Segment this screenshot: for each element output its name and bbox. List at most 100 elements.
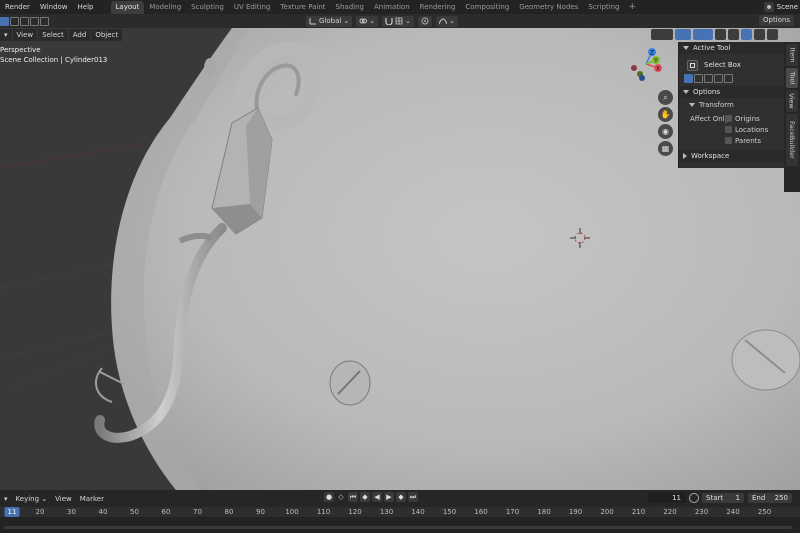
menu-add[interactable]: Add [68, 28, 91, 41]
checkbox[interactable] [725, 126, 732, 133]
menu-render[interactable]: Render [0, 0, 35, 14]
jump-end-icon[interactable]: ⏭ [408, 492, 418, 502]
active-tool-header[interactable]: Active Tool [679, 42, 784, 54]
snap-toggle[interactable]: ⌄ [382, 15, 414, 27]
transform-subheader[interactable]: Transform [679, 99, 784, 110]
timeline-scrollbar[interactable] [4, 526, 792, 529]
proportional-edit-toggle[interactable] [417, 15, 432, 27]
checkbox[interactable] [725, 115, 732, 122]
zoom-icon[interactable]: ⌕ [658, 90, 673, 105]
navigation-gizmo[interactable]: Z X Y [626, 44, 666, 84]
ruler-tick-label: 240 [726, 508, 740, 516]
menu-keying[interactable]: Keying ⌄ [12, 495, 52, 503]
tab-shading[interactable]: Shading [331, 1, 369, 14]
current-frame-marker[interactable]: 11 [4, 507, 20, 517]
visibility-dropdown[interactable] [651, 29, 673, 40]
chevron-down-icon: ⌄ [369, 17, 376, 25]
options-header[interactable]: Options [679, 86, 784, 98]
checkbox[interactable] [725, 137, 732, 144]
affect-origins-checkbox[interactable]: Origins [725, 113, 760, 124]
tab-sculpting[interactable]: Sculpting [186, 1, 229, 14]
jump-start-icon[interactable]: ⏮ [348, 492, 358, 502]
tab-layout[interactable]: Layout [110, 0, 145, 14]
start-frame-field[interactable]: Start 1 [702, 493, 744, 503]
ruler-tick-label: 90 [256, 508, 265, 516]
mode-intersect-icon[interactable] [724, 74, 733, 83]
mode-difference-icon[interactable] [714, 74, 723, 83]
tab-texture-paint[interactable]: Texture Paint [275, 1, 330, 14]
affect-locations-checkbox[interactable]: Locations [725, 124, 768, 135]
next-keyframe-icon[interactable]: ◆ [396, 492, 406, 502]
falloff-dropdown[interactable]: ⌄ [435, 15, 458, 27]
tab-geometry-nodes[interactable]: Geometry Nodes [514, 1, 583, 14]
timeline-body[interactable] [0, 517, 800, 533]
current-frame-field[interactable]: 11 [648, 493, 686, 503]
active-tool-name: Select Box [704, 61, 741, 69]
menu-view[interactable]: View [12, 28, 38, 41]
play-reverse-icon[interactable]: ◀ [372, 492, 382, 502]
collection-path: Scene Collection | Cylinder013 [0, 56, 108, 64]
y-axis-label: Y [653, 58, 658, 65]
neg-z-axis-handle[interactable] [639, 75, 645, 81]
tab-tool[interactable]: Tool [786, 68, 798, 88]
tab-compositing[interactable]: Compositing [460, 1, 514, 14]
tab-view[interactable]: View [786, 90, 798, 112]
top-nub [204, 58, 216, 78]
frame-ruler[interactable]: 11 20 30 40 50 60 70 80 90 100 110 120 130 140 150 160… [0, 507, 800, 517]
workspace-header[interactable]: Workspace [679, 150, 784, 162]
clock-icon[interactable] [689, 493, 699, 503]
menu-window[interactable]: Window [35, 0, 73, 14]
select-mode-new-icon[interactable] [0, 16, 9, 26]
mode-subtract-icon[interactable] [704, 74, 713, 83]
grid-line [0, 327, 131, 359]
select-box-tool-icon[interactable] [687, 59, 698, 71]
options-button[interactable]: Options [758, 15, 794, 26]
select-mode-intersect-icon[interactable] [40, 16, 49, 26]
pan-hand-icon[interactable]: ✋ [658, 107, 673, 122]
select-mode-invert-icon[interactable] [30, 16, 39, 26]
tab-uv-editing[interactable]: UV Editing [229, 1, 276, 14]
tab-facebuilder[interactable]: FaceBuilder [786, 114, 798, 166]
shading-wireframe-icon[interactable] [728, 29, 739, 40]
viewport-mode-icon[interactable]: ▾ [0, 28, 12, 41]
3d-viewport[interactable]: ▾ View Select Add Object Perspective Sce… [0, 28, 800, 490]
shading-solid-icon[interactable] [741, 29, 752, 40]
tab-animation[interactable]: Animation [369, 1, 415, 14]
pivot-point-dropdown[interactable]: ⌄ [356, 15, 379, 27]
keyframe-icon[interactable]: ◇ [336, 492, 346, 502]
menu-select[interactable]: Select [38, 28, 68, 41]
transform-orientation-dropdown[interactable]: Global ⌄ [306, 15, 353, 27]
overlay-toggle[interactable] [693, 29, 713, 40]
select-mode-extend-icon[interactable] [10, 16, 19, 26]
timeline-mode-icon[interactable]: ▾ [0, 495, 12, 503]
affect-parents-checkbox[interactable]: Parents [725, 135, 761, 146]
ruler-tick-label: 130 [379, 508, 394, 516]
gizmo-toggle[interactable] [675, 29, 691, 40]
menu-marker[interactable]: Marker [76, 495, 108, 503]
shading-rendered-icon[interactable] [767, 29, 778, 40]
select-mode-group [0, 16, 49, 26]
select-mode-subtract-icon[interactable] [20, 16, 29, 26]
add-workspace-button[interactable]: + [624, 2, 640, 12]
tab-modeling[interactable]: Modeling [144, 1, 186, 14]
menu-timeline-view[interactable]: View [51, 495, 76, 503]
neg-x-axis-handle[interactable] [631, 65, 637, 71]
scene-selector[interactable]: Scene [763, 0, 800, 14]
menu-object[interactable]: Object [91, 28, 123, 41]
menu-help[interactable]: Help [73, 0, 99, 14]
tab-rendering[interactable]: Rendering [415, 1, 461, 14]
perspective-toggle-icon[interactable]: ▦ [658, 141, 673, 156]
play-icon[interactable]: ▶ [384, 492, 394, 502]
prev-keyframe-icon[interactable]: ◆ [360, 492, 370, 502]
end-frame-field[interactable]: End 250 [748, 493, 792, 503]
camera-view-icon[interactable]: ◉ [658, 124, 673, 139]
mode-set-icon[interactable] [684, 74, 693, 83]
shading-material-icon[interactable] [754, 29, 765, 40]
tab-item[interactable]: Item [786, 44, 798, 66]
record-icon[interactable]: ● [324, 492, 334, 502]
xray-toggle[interactable] [715, 29, 726, 40]
workspace-tabs: Layout Modeling Sculpting UV Editing Tex… [110, 0, 641, 14]
affect-only-label: Affect Only [690, 115, 729, 123]
mode-extend-icon[interactable] [694, 74, 703, 83]
tab-scripting[interactable]: Scripting [583, 1, 624, 14]
